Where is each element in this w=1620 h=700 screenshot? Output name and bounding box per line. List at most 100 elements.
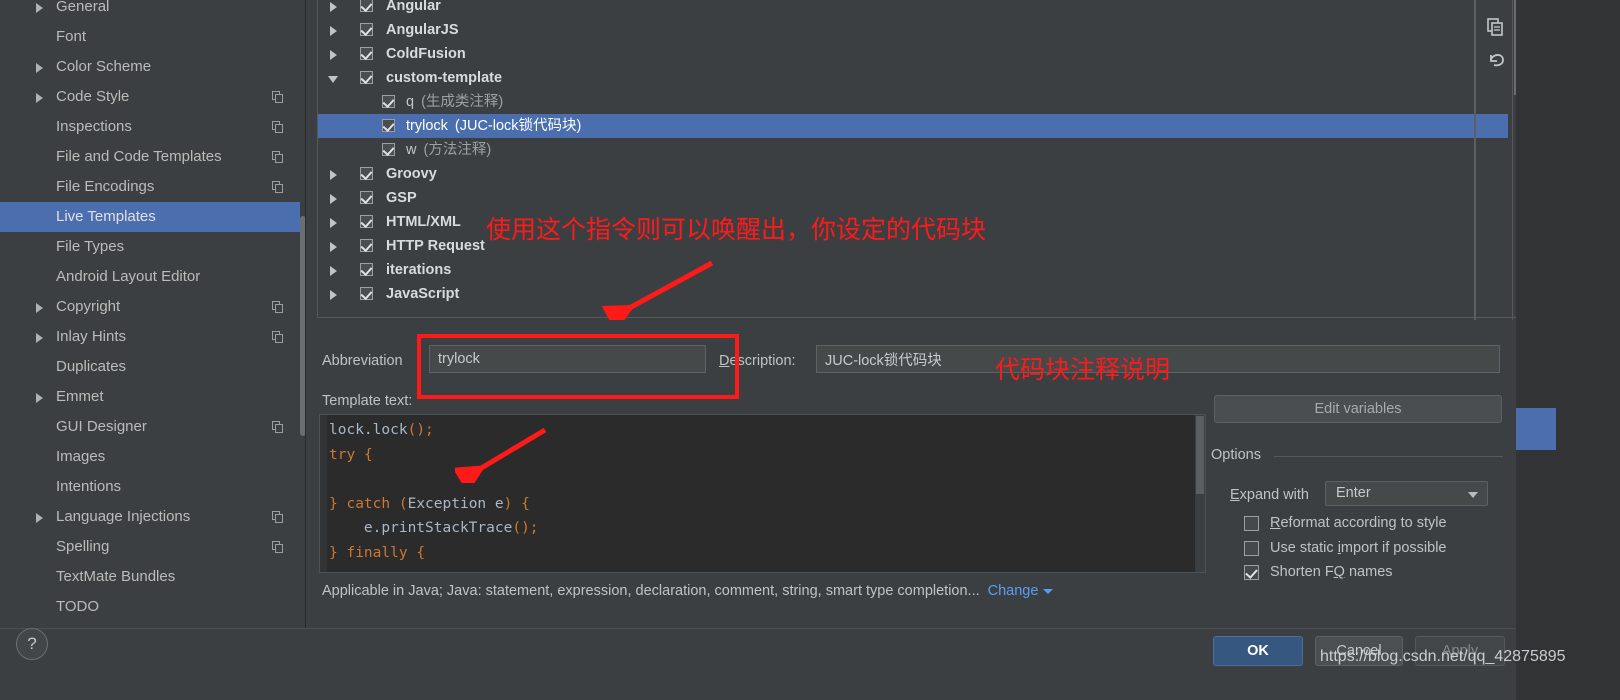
tree-row-checkbox[interactable] <box>382 119 395 132</box>
tree-row[interactable]: Groovy <box>318 162 1508 186</box>
settings-category-sidebar[interactable]: General Font Color Scheme Code Style Inspect… <box>0 0 306 628</box>
chevron-right-icon[interactable] <box>36 63 43 73</box>
tree-row-checkbox[interactable] <box>360 71 373 84</box>
tree-row[interactable]: AngularJS <box>318 18 1508 42</box>
sidebar-item-label: TODO <box>56 598 100 615</box>
chevron-right-icon[interactable] <box>36 93 43 103</box>
sidebar-item-images[interactable]: Images <box>0 442 306 472</box>
sidebar-item-gui-designer[interactable]: GUI Designer <box>0 412 306 442</box>
tree-row[interactable]: iterations <box>318 258 1508 282</box>
copy-settings-icon[interactable] <box>272 301 284 313</box>
copy-settings-icon[interactable] <box>272 91 284 103</box>
tree-row-name: GSP <box>386 190 417 206</box>
copy-settings-icon[interactable] <box>272 421 284 433</box>
editor-scrollbar-thumb[interactable] <box>1196 416 1204 494</box>
tree-row-checkbox[interactable] <box>360 191 373 204</box>
sidebar-item-label: Spelling <box>56 538 110 555</box>
copy-settings-icon[interactable] <box>272 181 284 193</box>
tree-toolbar-divider-left <box>1474 0 1476 320</box>
tree-row-checkbox[interactable] <box>360 287 373 300</box>
tree-row[interactable]: q (生成类注释) <box>318 90 1508 114</box>
tree-row-checkbox[interactable] <box>360 0 373 12</box>
sidebar-item-color-scheme[interactable]: Color Scheme <box>0 52 306 82</box>
chevron-right-icon[interactable] <box>330 2 337 12</box>
tree-row[interactable]: ColdFusion <box>318 42 1508 66</box>
tree-row-checkbox[interactable] <box>360 263 373 276</box>
annotation-highlight-box <box>417 334 739 399</box>
copy-settings-icon[interactable] <box>272 541 284 553</box>
sidebar-item-code-style[interactable]: Code Style <box>0 82 306 112</box>
chevron-right-icon[interactable] <box>36 333 43 343</box>
help-button[interactable]: ? <box>16 628 48 660</box>
chevron-right-icon[interactable] <box>330 266 337 276</box>
sidebar-item-android-layout-editor[interactable]: Android Layout Editor <box>0 262 306 292</box>
sidebar-item-todo[interactable]: TODO <box>0 592 306 622</box>
editor-scrollbar[interactable] <box>1195 415 1205 572</box>
change-link[interactable]: Change <box>988 583 1039 599</box>
copy-settings-icon[interactable] <box>272 511 284 523</box>
sidebar-item-spelling[interactable]: Spelling <box>0 532 306 562</box>
tree-row-checkbox[interactable] <box>360 47 373 60</box>
ok-button[interactable]: OK <box>1213 636 1303 666</box>
tree-row-checkbox[interactable] <box>360 23 373 36</box>
sidebar-item-font[interactable]: Font <box>0 22 306 52</box>
sidebar-item-emmet[interactable]: Emmet <box>0 382 306 412</box>
sidebar-item-textmate-bundles[interactable]: TextMate Bundles <box>0 562 306 592</box>
chevron-right-icon[interactable] <box>330 170 337 180</box>
sidebar-item-file-types[interactable]: File Types <box>0 232 306 262</box>
copy-icon-svg <box>1487 18 1503 36</box>
sidebar-item-language-injections[interactable]: Language Injections <box>0 502 306 532</box>
option-checkbox-label: Reformat according to style <box>1270 515 1447 531</box>
sidebar-item-file-and-code-templates[interactable]: File and Code Templates <box>0 142 306 172</box>
tree-row-label: Angular <box>386 0 441 18</box>
undo-icon[interactable] <box>1486 50 1506 70</box>
templates-tree[interactable]: Angular AngularJS ColdFusion custom-templat… <box>317 0 1523 318</box>
tree-row[interactable]: custom-template <box>318 66 1508 90</box>
edit-variables-button[interactable]: Edit variables <box>1214 395 1502 423</box>
tree-row-checkbox[interactable] <box>382 143 395 156</box>
tree-row[interactable]: w (方法注释) <box>318 138 1508 162</box>
tree-row[interactable]: GSP <box>318 186 1508 210</box>
chevron-down-icon[interactable] <box>1043 588 1054 594</box>
chevron-right-icon[interactable] <box>36 513 43 523</box>
copy-icon[interactable] <box>1486 18 1506 38</box>
option-checkbox[interactable] <box>1244 565 1259 580</box>
copy-settings-icon[interactable] <box>272 121 284 133</box>
template-text-editor[interactable]: lock.lock(); try { } catch (Exception e)… <box>319 414 1206 573</box>
tree-row-label: q (生成类注释) <box>406 90 503 114</box>
chevron-right-icon[interactable] <box>330 242 337 252</box>
chevron-down-icon[interactable] <box>328 76 338 83</box>
chevron-right-icon[interactable] <box>330 194 337 204</box>
chevron-right-icon[interactable] <box>36 393 43 403</box>
tree-row[interactable]: JavaScript <box>318 282 1508 306</box>
chevron-right-icon[interactable] <box>36 3 43 13</box>
sidebar-item-intentions[interactable]: Intentions <box>0 472 306 502</box>
tree-row-checkbox[interactable] <box>360 239 373 252</box>
tree-row-checkbox[interactable] <box>360 167 373 180</box>
copy-settings-icon[interactable] <box>272 331 284 343</box>
tree-row[interactable]: trylock (JUC-lock锁代码块) <box>318 114 1508 138</box>
option-checkbox[interactable] <box>1244 541 1259 556</box>
tree-row-checkbox[interactable] <box>360 215 373 228</box>
sidebar-item-file-encodings[interactable]: File Encodings <box>0 172 306 202</box>
tree-row-checkbox[interactable] <box>382 95 395 108</box>
chevron-right-icon[interactable] <box>330 26 337 36</box>
chevron-down-icon[interactable] <box>1468 492 1478 498</box>
chevron-right-icon[interactable] <box>330 290 337 300</box>
tree-row-label: HTTP Request <box>386 234 485 258</box>
option-checkbox[interactable] <box>1244 516 1259 531</box>
sidebar-item-label: Android Layout Editor <box>56 268 201 285</box>
sidebar-item-inspections[interactable]: Inspections <box>0 112 306 142</box>
sidebar-item-general[interactable]: General <box>0 0 306 22</box>
copy-settings-icon[interactable] <box>272 151 284 163</box>
option-label-rest: mport if possible <box>1340 540 1447 556</box>
tree-row[interactable]: Angular <box>318 0 1508 18</box>
chevron-right-icon[interactable] <box>330 218 337 228</box>
sidebar-item-duplicates[interactable]: Duplicates <box>0 352 306 382</box>
sidebar-item-copyright[interactable]: Copyright <box>0 292 306 322</box>
expand-with-select[interactable]: Enter <box>1325 481 1488 506</box>
sidebar-item-live-templates[interactable]: Live Templates <box>0 202 306 232</box>
chevron-right-icon[interactable] <box>36 303 43 313</box>
sidebar-item-inlay-hints[interactable]: Inlay Hints <box>0 322 306 352</box>
chevron-right-icon[interactable] <box>330 50 337 60</box>
